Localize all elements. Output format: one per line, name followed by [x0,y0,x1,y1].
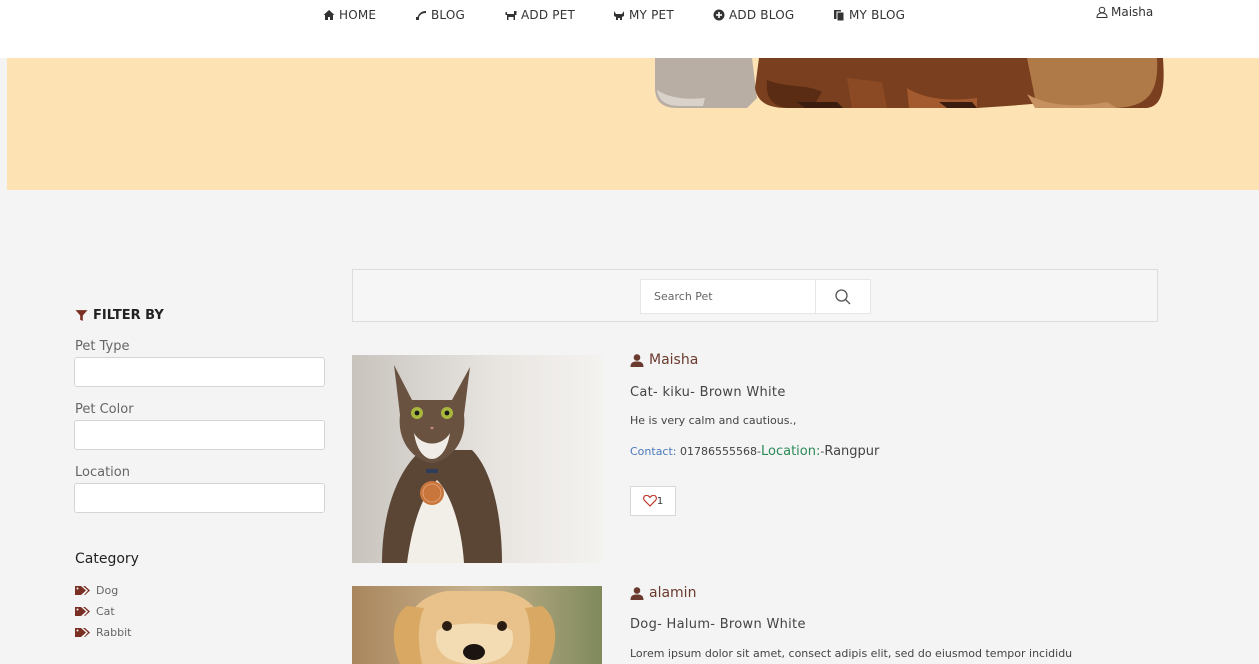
copy-icon [834,10,845,21]
pet-owner[interactable]: Maisha [630,352,698,368]
my-pet-icon [614,11,624,20]
contact-label: Contact: [630,445,677,458]
hero-banner [7,58,1259,190]
pet-description: Lorem ipsum dolor sit amet, consect adip… [630,647,1073,660]
cat-image [352,355,602,563]
nav-my-pet-label: MY PET [629,8,674,22]
location-label: Location: [760,444,821,459]
pet-type-input[interactable] [74,357,325,387]
owner-name: alamin [649,585,697,601]
top-navbar: HOME BLOG ADD PET MY PET ADD BLOG MY BLO… [0,0,1259,58]
category-item-cat[interactable]: Cat [75,605,115,618]
like-count: 1 [656,495,664,507]
nav-my-pet[interactable]: MY PET [613,8,674,22]
pet-description: He is very calm and cautious., [630,414,797,427]
nav-add-pet-label: ADD PET [521,8,576,22]
pet-color-label: Pet Color [75,402,134,417]
nav-add-blog-label: ADD BLOG [729,8,795,22]
tags-icon [75,628,90,637]
pet-photo-dog[interactable] [352,586,602,664]
filter-heading: FILTER BY [75,308,164,323]
nav-my-blog[interactable]: MY BLOG [833,8,905,22]
user-icon [630,353,644,367]
pet-type-label: Pet Type [75,339,130,354]
pet-color-input[interactable] [74,420,325,450]
heart-icon [642,495,657,507]
search-button[interactable] [815,279,871,314]
nav-add-pet[interactable]: ADD PET [505,8,575,22]
pets-banner-image [655,58,1164,108]
user-icon [630,586,644,600]
user-menu[interactable]: Maisha [1096,5,1153,19]
dog-image [352,586,602,664]
search-icon [835,288,851,304]
tags-icon [75,607,90,616]
category-label: Rabbit [96,626,132,639]
category-label: Cat [96,605,115,618]
filter-icon [75,310,88,321]
nav-blog[interactable]: BLOG [415,8,465,22]
nav-blog-label: BLOG [431,8,466,22]
filter-title-label: FILTER BY [93,308,164,323]
tags-icon [75,586,90,595]
user-name: Maisha [1111,5,1154,19]
pet-meta: Cat- kiku- Brown White [630,385,786,400]
category-item-dog[interactable]: Dog [75,584,118,597]
category-heading: Category [75,551,139,567]
pet-meta: Dog- Halum- Brown White [630,617,806,632]
home-icon [323,10,335,20]
pet-owner[interactable]: alamin [630,585,696,601]
nav-home[interactable]: HOME [323,8,376,22]
category-label: Dog [96,584,119,597]
location-value: Rangpur [824,444,880,459]
category-item-rabbit[interactable]: Rabbit [75,626,131,639]
add-pet-icon [505,11,517,20]
nav-add-blog[interactable]: ADD BLOG [713,8,794,22]
nav-my-blog-label: MY BLOG [849,8,906,22]
location-label: Location [75,465,130,480]
search-input[interactable] [640,279,816,314]
like-button[interactable]: 1 [630,486,676,516]
blog-icon [416,11,426,20]
contact-value: 01786555568 [680,445,757,458]
location-input[interactable] [74,483,325,513]
plus-circle-icon [713,9,725,21]
nav-home-label: HOME [339,8,377,22]
owner-name: Maisha [649,352,699,368]
user-icon [1096,6,1108,18]
contact-line: Contact: 01786555568-Location:-Rangpur [630,444,880,459]
pet-photo-cat[interactable] [352,355,602,563]
